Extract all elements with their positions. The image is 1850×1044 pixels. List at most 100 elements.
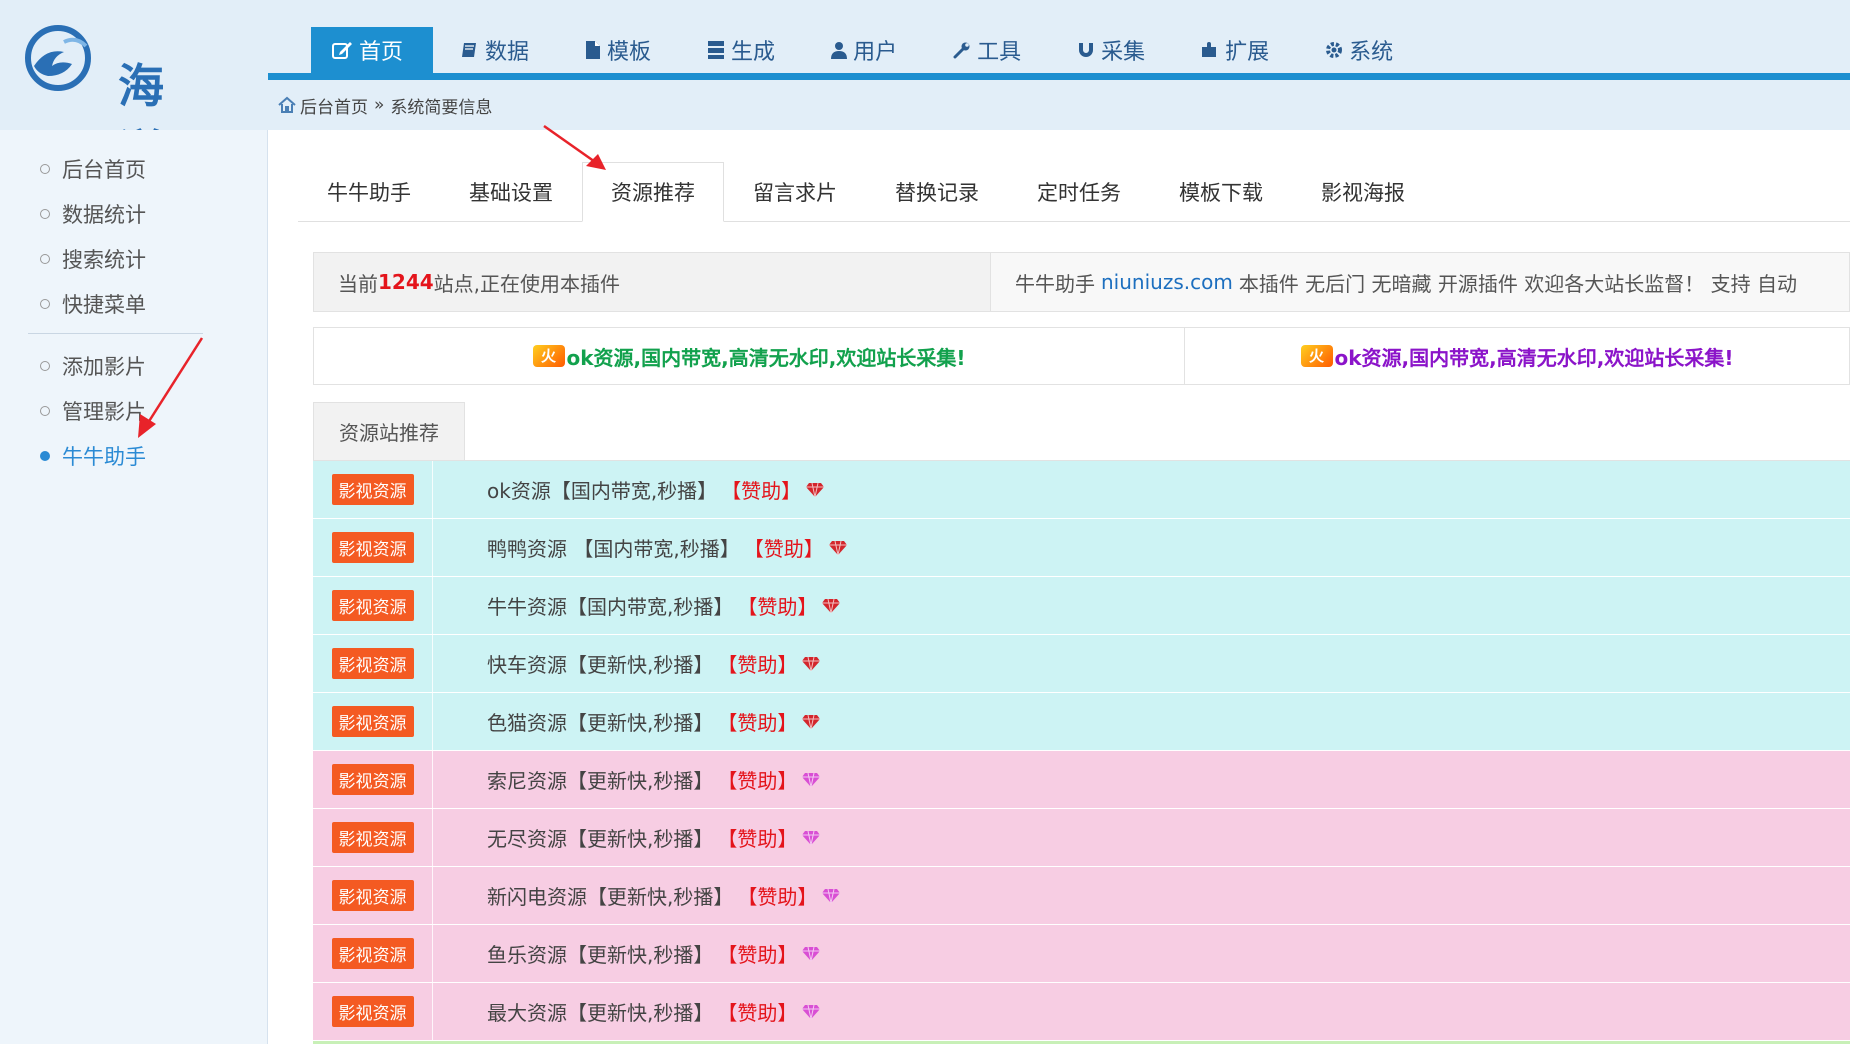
bullet-icon [40, 451, 50, 461]
resource-name: 牛牛资源【国内带宽,秒播】 [487, 595, 734, 619]
resource-link[interactable]: 鸭鸭资源 【国内带宽,秒播】 【赞助】 [433, 533, 848, 562]
sidebar-item-data-stats[interactable]: 数据统计 [40, 194, 146, 234]
diamond-icon [802, 946, 821, 961]
resource-name: 无尽资源【更新快,秒播】 [487, 827, 714, 851]
resource-link[interactable]: 色猫资源【更新快,秒播】 【赞助】 [433, 707, 821, 736]
puzzle-icon [1202, 42, 1217, 57]
panel-title-tab[interactable]: 资源站推荐 [313, 402, 465, 460]
sponsor-label: 【赞助】 [717, 943, 798, 967]
badge-cell: 影视资源 [313, 634, 433, 693]
resource-name: 色猫资源【更新快,秒播】 [487, 711, 714, 735]
badge-cell: 影视资源 [313, 460, 433, 519]
site-count: 1244 [378, 270, 434, 294]
sidebar-item-manage-movie[interactable]: 管理影片 [40, 391, 146, 431]
nav-extend-label: 扩展 [1225, 40, 1270, 65]
nav-home[interactable]: 首页 [311, 27, 434, 73]
nav-extend[interactable]: 扩展 [1173, 27, 1297, 73]
nav-template-label: 模板 [607, 40, 652, 65]
ad-link-2[interactable]: 火 ok资源,国内带宽,高清无水印,欢迎站长采集! [1185, 328, 1849, 384]
badge-cell: 影视资源 [313, 866, 433, 925]
tab-template-download[interactable]: 模板下载 [1150, 162, 1292, 222]
resource-link[interactable]: 无尽资源【更新快,秒播】 【赞助】 [433, 823, 821, 852]
logo[interactable]: 海洋 [24, 22, 194, 179]
resource-link[interactable]: 快车资源【更新快,秒播】 【赞助】 [433, 649, 821, 678]
table-row: 影视资源 ok资源【国内带宽,秒播】 【赞助】 [313, 460, 1850, 519]
sidebar-item-label: 牛牛助手 [62, 445, 146, 469]
ad-link-1[interactable]: 火 ok资源,国内带宽,高清无水印,欢迎站长采集! [314, 328, 1185, 384]
sidebar-item-home[interactable]: 后台首页 [40, 149, 146, 189]
diamond-icon [802, 830, 821, 845]
resource-link[interactable]: ok资源【国内带宽,秒播】 【赞助】 [433, 475, 825, 504]
plugin-site-link[interactable]: niuniuzs.com [1101, 270, 1233, 294]
category-badge: 影视资源 [331, 706, 414, 737]
home-icon [278, 96, 296, 113]
nav-tools-label: 工具 [977, 40, 1022, 65]
sidebar-item-add-movie[interactable]: 添加影片 [40, 346, 146, 386]
sidebar-item-label: 管理影片 [62, 400, 146, 424]
nav-data[interactable]: 数据 [433, 27, 557, 73]
sidebar-item-label: 数据统计 [62, 203, 146, 227]
plugin-name: 牛牛助手 [1015, 271, 1095, 296]
wave-logo-icon [25, 25, 91, 91]
category-badge: 影视资源 [331, 648, 414, 679]
table-row: 影视资源 牛牛资源【国内带宽,秒播】 【赞助】 [313, 576, 1850, 635]
gear-icon [1326, 42, 1343, 58]
sponsor-label: 【赞助】 [717, 769, 798, 793]
resource-name: 快车资源【更新快,秒播】 [487, 653, 714, 677]
nav-template[interactable]: 模板 [557, 27, 679, 73]
fire-icon: 火 [532, 345, 565, 367]
sidebar-item-search-stats[interactable]: 搜索统计 [40, 239, 146, 279]
nav-generate-label: 生成 [731, 40, 776, 65]
nav-data-label: 数据 [485, 40, 530, 65]
tab-niuniu-helper[interactable]: 牛牛助手 [298, 162, 440, 222]
tab-basic-settings[interactable]: 基础设置 [440, 162, 582, 222]
nav-system[interactable]: 系统 [1297, 27, 1421, 73]
resource-link[interactable]: 新闪电资源【更新快,秒播】 【赞助】 [433, 881, 841, 910]
resource-link[interactable]: 最大资源【更新快,秒播】 【赞助】 [433, 997, 821, 1026]
tab-message-request[interactable]: 留言求片 [724, 162, 866, 222]
resource-link[interactable]: 索尼资源【更新快,秒播】 【赞助】 [433, 765, 821, 794]
magnet-icon [1079, 43, 1094, 57]
sidebar-divider [28, 333, 203, 334]
ad-bar: 火 ok资源,国内带宽,高清无水印,欢迎站长采集! 火 ok资源,国内带宽,高清无水… [313, 327, 1850, 385]
sponsor-label: 【赞助】 [717, 711, 798, 735]
bullet-icon [40, 254, 50, 264]
nav-tools[interactable]: 工具 [925, 27, 1049, 73]
resource-link[interactable]: 鱼乐资源【更新快,秒播】 【赞助】 [433, 939, 821, 968]
bullet-icon [40, 209, 50, 219]
sidebar-item-shortcuts[interactable]: 快捷菜单 [40, 284, 146, 324]
bullet-icon [40, 164, 50, 174]
table-row: 影视资源 快车资源【更新快,秒播】 【赞助】 [313, 634, 1850, 693]
sidebar: 后台首页 数据统计 搜索统计 快捷菜单 添加影片 管理影片 牛牛助手 [0, 130, 268, 1044]
tab-replace-log[interactable]: 替换记录 [866, 162, 1008, 222]
nav-user[interactable]: 用户 [803, 27, 925, 73]
ad-text: ok资源,国内带宽,高清无水印,欢迎站长采集! [1334, 345, 1734, 370]
sidebar-item-label: 快捷菜单 [62, 293, 146, 317]
tab-scheduled-tasks[interactable]: 定时任务 [1008, 162, 1150, 222]
table-row: 影视资源 鸭鸭资源 【国内带宽,秒播】 【赞助】 [313, 518, 1850, 577]
site-count-info: 当前 1244 站点,正在使用本插件 [314, 253, 991, 311]
sidebar-item-niuniu-helper[interactable]: 牛牛助手 [40, 436, 146, 476]
plugin-marquee: 牛牛助手 niuniuzs.com 本插件 无后门 无暗藏 开源插件 欢迎各大站… [991, 253, 1849, 311]
resource-name: ok资源【国内带宽,秒播】 [487, 479, 718, 503]
nav-user-label: 用户 [853, 40, 898, 65]
breadcrumb-home[interactable]: 后台首页 [300, 93, 368, 118]
header: 海洋 首页 数据 模板 生成 用户 工具 采集 [0, 0, 1850, 179]
tab-movie-poster[interactable]: 影视海报 [1292, 162, 1434, 222]
table-row: 影视资源 无尽资源【更新快,秒播】 【赞助】 [313, 808, 1850, 867]
nav-collect[interactable]: 采集 [1049, 27, 1173, 73]
info-prefix: 当前 [338, 271, 378, 296]
resource-link[interactable]: 牛牛资源【国内带宽,秒播】 【赞助】 [433, 591, 841, 620]
tab-resource-recommend[interactable]: 资源推荐 [582, 162, 724, 222]
category-badge: 影视资源 [331, 532, 414, 563]
nav-generate[interactable]: 生成 [679, 27, 803, 73]
category-badge: 影视资源 [331, 996, 414, 1027]
nav-underline [268, 73, 1850, 80]
nav-system-label: 系统 [1349, 40, 1394, 65]
top-nav: 首页 数据 模板 生成 用户 工具 采集 扩展 系统 [311, 27, 1421, 73]
wrench-icon [953, 42, 970, 59]
info-suffix: 站点,正在使用本插件 [433, 271, 621, 296]
table-row: 影视资源 色猫资源【更新快,秒播】 【赞助】 [313, 692, 1850, 751]
resource-name: 鸭鸭资源 【国内带宽,秒播】 [487, 537, 740, 561]
plugin-notice: 本插件 无后门 无暗藏 开源插件 欢迎各大站长监督！ 支持 自动 [1238, 271, 1797, 296]
